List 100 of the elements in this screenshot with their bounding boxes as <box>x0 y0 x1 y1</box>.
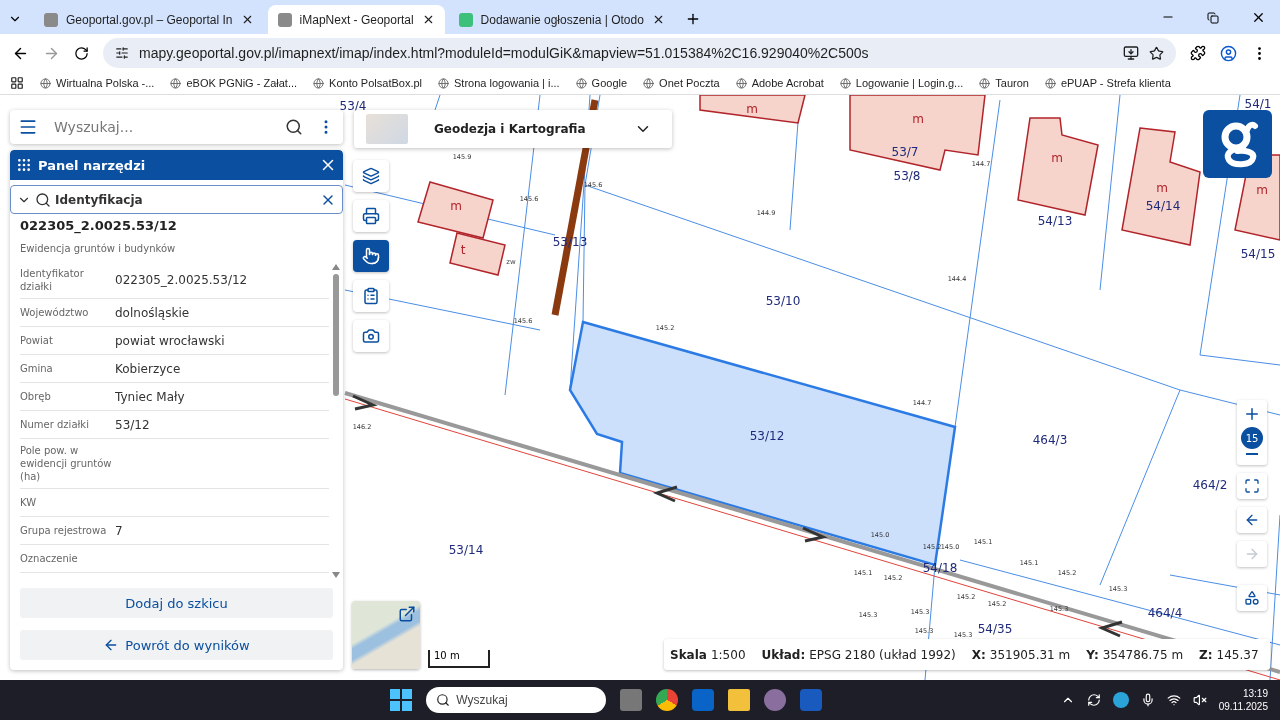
panel-title: Panel narzędzi <box>38 157 147 173</box>
bookmark-link[interactable]: Adobe Acrobat <box>735 77 824 89</box>
install-icon[interactable] <box>1123 45 1139 61</box>
tool-button[interactable] <box>353 160 389 192</box>
grid-icon <box>16 157 32 173</box>
muted-speaker-icon[interactable] <box>1192 693 1207 707</box>
attribute-label: Grupa rejestrowa <box>20 524 108 537</box>
bookmark-link[interactable]: ePUAP - Strefa klienta <box>1044 77 1171 89</box>
parcel-number: 54/18 <box>922 560 958 575</box>
attribute-value: powiat wrocławski <box>115 333 226 348</box>
folder-icon[interactable] <box>728 689 751 711</box>
site-icon <box>44 12 58 27</box>
globe-icon <box>575 77 587 89</box>
panel-button[interactable]: Powrót do wyników <box>20 630 333 660</box>
bookmark-link[interactable]: Strona logowania | i... <box>438 77 560 89</box>
restore-icon[interactable] <box>1207 12 1219 24</box>
browser-tab[interactable]: Dodawanie ogłoszenia | Otodo <box>448 5 675 34</box>
basemap-selector[interactable]: Geodezja i Kartografia <box>354 110 672 148</box>
tray-app-icon[interactable] <box>1112 692 1129 708</box>
close-icon[interactable] <box>1251 10 1266 25</box>
search-field[interactable]: Wyszukaj... <box>52 118 271 136</box>
profile-icon[interactable] <box>1220 44 1237 62</box>
camera-icon <box>362 327 380 345</box>
attribute-label: Pole pow. w ewidencji gruntów (ha) <box>20 444 113 483</box>
browser-app-icon[interactable] <box>656 689 679 711</box>
zoom-in-button[interactable] <box>1243 405 1261 423</box>
geoportal-logo <box>1203 110 1272 178</box>
parcel-number: 53/7 <box>891 144 919 159</box>
bookmark-link[interactable]: eBOK PGNiG - Załat... <box>170 77 298 89</box>
parcel-number: 53/10 <box>765 293 801 308</box>
scroll-down-icon[interactable] <box>332 572 340 578</box>
tool-button[interactable] <box>353 320 389 352</box>
globe-icon <box>735 77 747 89</box>
panel-button[interactable]: Dodaj do szkicu <box>20 588 333 618</box>
extensions-icon[interactable] <box>1190 45 1206 61</box>
map-button[interactable] <box>1237 507 1267 533</box>
menu-icon[interactable] <box>18 117 38 137</box>
status-item: Skala 1:500 <box>670 647 746 662</box>
clock[interactable]: 13:19 09.11.2025 <box>1218 687 1268 713</box>
document-app-icon[interactable] <box>800 689 823 711</box>
attribute-label: Powiat <box>20 334 54 347</box>
wifi-icon[interactable] <box>1166 693 1181 707</box>
parcel-number: 53/12 <box>749 428 785 443</box>
tool-button[interactable] <box>353 280 389 312</box>
bookmark-link[interactable]: Wirtualna Polska -... <box>40 77 155 89</box>
browser-tab[interactable]: Geoportal.gov.pl – Geoportal In <box>34 5 264 34</box>
map-button[interactable] <box>1237 585 1267 611</box>
browser-tab[interactable]: iMapNext - Geoportal <box>267 5 445 34</box>
zoom-level: 15 <box>1241 427 1263 449</box>
tool-button[interactable] <box>353 240 389 272</box>
bookmark-link[interactable]: Onet Poczta <box>643 77 720 89</box>
building-label: m <box>1156 180 1168 195</box>
section-header[interactable]: Identyfikacja <box>10 185 343 214</box>
bookmark-link[interactable]: Google <box>575 77 628 89</box>
mail-app-icon[interactable] <box>692 689 715 711</box>
taskbar-search-field[interactable]: Wyszukaj <box>426 687 607 713</box>
status-item: X: 351905.31 m <box>971 647 1071 662</box>
scroll-up-icon[interactable] <box>332 264 340 270</box>
search-icon[interactable] <box>285 118 303 136</box>
arrow-left-icon <box>1244 512 1260 528</box>
reload-icon[interactable] <box>74 45 89 61</box>
parcel-number: 464/2 <box>1192 477 1228 492</box>
bookmark-link[interactable]: Logowanie | Login.g... <box>839 77 964 89</box>
attribute-label: Województwo <box>20 306 90 319</box>
map-button[interactable] <box>1237 473 1267 499</box>
attribute-value: 022305_2.0025.53/12 <box>115 273 249 287</box>
parcel-number: 53/8 <box>893 168 921 183</box>
globe-icon <box>170 77 182 89</box>
pointing-hand-icon <box>362 247 380 265</box>
globe-icon <box>643 77 655 89</box>
parcel-number: 54/35 <box>977 621 1013 636</box>
globe-icon <box>438 77 449 89</box>
section-title: Identyfikacja <box>55 192 144 207</box>
shapes-icon <box>1244 590 1260 606</box>
windows-start-icon[interactable] <box>390 689 413 711</box>
attribute-value: Kobierzyce <box>115 361 182 376</box>
attribute-label: Identyfikator działki <box>20 267 85 293</box>
bookmark-star-icon[interactable] <box>1149 45 1164 61</box>
attribute-label: Numer działki <box>20 418 90 431</box>
fullscreen-icon <box>1244 478 1260 494</box>
site-settings-icon[interactable] <box>115 46 129 60</box>
building-label: m <box>912 111 924 126</box>
search-icon <box>436 693 451 707</box>
bookmark-link[interactable]: Tauron <box>979 77 1029 89</box>
register-name: Ewidencja gruntów i budynków <box>19 242 177 256</box>
microphone-icon[interactable] <box>1140 693 1155 707</box>
minus-icon <box>1246 453 1258 455</box>
apps-icon[interactable] <box>10 76 24 90</box>
globe-icon <box>313 77 325 89</box>
attribute-label: Gmina <box>20 362 54 375</box>
bookmark-link[interactable]: Konto PolsatBox.pl <box>313 77 422 89</box>
attribute-label: Obręb <box>20 390 52 403</box>
avatar-app-icon[interactable] <box>764 689 787 711</box>
scrollbar[interactable] <box>329 262 343 580</box>
tool-button[interactable] <box>353 200 389 232</box>
parcel-number: 53/14 <box>448 542 484 557</box>
globe-icon <box>40 77 51 89</box>
address-bar[interactable]: mapy.geoportal.gov.pl/imapnext/imap/index.html?moduleId=modulGiK&mapview=51.015384%2C16.929040%2C500s <box>103 38 1176 68</box>
status-item: Y: 354786.75 m <box>1086 647 1184 662</box>
sync-icon[interactable] <box>1086 693 1101 707</box>
